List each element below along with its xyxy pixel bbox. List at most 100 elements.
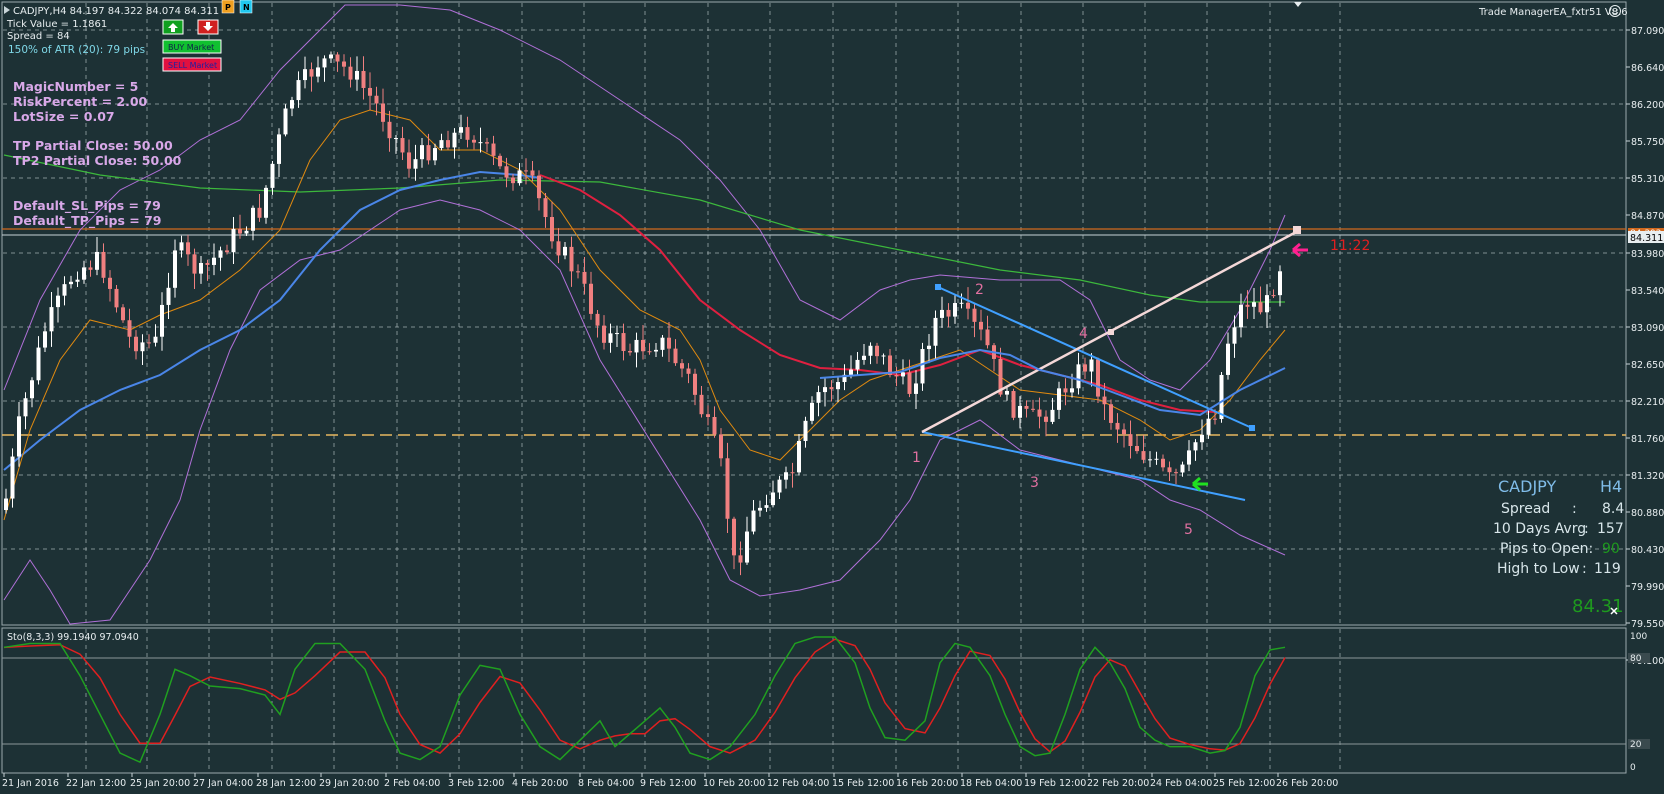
candle-body — [30, 380, 34, 399]
candle-body — [654, 349, 658, 352]
candle-body — [1050, 409, 1055, 422]
candle-body — [420, 145, 424, 160]
n-button-label: N — [243, 3, 250, 12]
candle-body — [550, 217, 554, 242]
magic-number: MagicNumber = 5 — [13, 79, 138, 94]
candle-body — [686, 368, 691, 374]
candle-body — [706, 414, 710, 418]
candle-body — [667, 337, 671, 349]
chart-window[interactable]: 1 2 3 4 5 11:22 CADJPY,H4 84.197 84.322 … — [0, 0, 1664, 794]
candle-body — [439, 140, 444, 149]
candle-body — [758, 507, 762, 511]
candle-body — [1239, 304, 1243, 328]
candle-body — [803, 420, 808, 441]
candle-body — [1154, 458, 1159, 460]
candle-body — [1226, 343, 1230, 375]
candle-body — [1187, 450, 1191, 465]
candle-body — [1005, 390, 1009, 395]
candle-body — [901, 372, 905, 377]
candle-body — [296, 80, 301, 101]
trendline-handle[interactable] — [1249, 425, 1255, 431]
candle-body — [199, 262, 203, 274]
candle-body — [537, 175, 541, 199]
panel-avg-label: 10 Days Avrg — [1493, 521, 1586, 537]
buy-arrow-button[interactable] — [162, 19, 184, 35]
candle-body — [933, 317, 938, 346]
panel-spread-label: Spread — [1501, 501, 1550, 517]
time-axis-label: 21 Jan 2016 — [2, 778, 59, 789]
p-button[interactable]: P — [221, 0, 235, 14]
candle-body — [816, 392, 821, 403]
candle-body — [634, 339, 639, 353]
candle-body — [212, 257, 216, 265]
candle-body — [342, 61, 346, 67]
price-axis-label: 82.210 — [1631, 397, 1664, 408]
candle-body — [738, 555, 743, 563]
candle-body — [381, 103, 385, 122]
sell-market-button[interactable]: SELL Market — [162, 57, 222, 72]
stoch-axis-20: 20 — [1630, 740, 1642, 750]
price-axis-label: 79.990 — [1631, 582, 1664, 593]
candle-body — [1161, 458, 1165, 468]
buy-market-button[interactable]: BUY Market — [162, 39, 222, 54]
candle-body — [465, 127, 470, 140]
candle-body — [355, 70, 359, 80]
candle-body — [4, 498, 8, 510]
sell-arrow-button[interactable] — [197, 19, 219, 35]
candle-body — [10, 456, 15, 499]
candle-body — [836, 382, 840, 390]
price-axis-label: 81.320 — [1631, 471, 1664, 482]
candle-body — [608, 333, 613, 343]
candle-body — [563, 246, 567, 256]
candle-body — [1128, 434, 1133, 447]
tp2-partial: TP2 Partial Close: 50.00 — [13, 153, 182, 168]
candle-body — [1219, 374, 1224, 420]
candle-body — [1070, 388, 1074, 393]
trendline-handle[interactable] — [935, 284, 941, 290]
candle-body — [1083, 364, 1087, 372]
candle-body — [719, 434, 723, 459]
time-axis-label: 3 Feb 12:00 — [448, 778, 504, 789]
trendline-handle[interactable] — [1108, 329, 1114, 335]
candle-body — [641, 339, 645, 352]
candle-body — [446, 140, 450, 148]
time-axis-label: 19 Feb 12:00 — [1024, 778, 1086, 789]
candle-body — [1024, 405, 1029, 409]
panel-avg-value: 157 — [1597, 521, 1624, 537]
panel-symbol: CADJPY — [1498, 477, 1556, 496]
trendline-handle[interactable] — [1293, 226, 1301, 234]
panel-hl-sep: : — [1582, 561, 1587, 577]
default-tp: Default_TP_Pips = 79 — [13, 213, 161, 229]
candle-body — [186, 242, 190, 255]
candle-body — [985, 329, 990, 346]
candle-body — [1102, 396, 1107, 405]
time-axis-label: 25 Feb 12:00 — [1213, 778, 1275, 789]
sell-market-label: SELL Market — [168, 61, 217, 70]
candle-body — [205, 262, 210, 265]
panel-pips-label: Pips to Open: — [1500, 541, 1593, 557]
candle-body — [459, 127, 463, 133]
current-price-label: 84.311 — [1630, 233, 1663, 244]
panel-spread-value: 8.4 — [1602, 501, 1624, 517]
candle-body — [712, 417, 717, 435]
time-axis-label: 18 Feb 04:00 — [960, 778, 1022, 789]
candle-body — [374, 95, 379, 104]
candle-body — [751, 510, 756, 532]
candle-body — [894, 374, 899, 377]
candle-body — [56, 295, 60, 308]
candle-body — [1057, 388, 1061, 410]
n-button[interactable]: N — [239, 0, 253, 14]
candle-body — [394, 138, 398, 140]
candle-body — [1180, 464, 1185, 473]
candle-body — [530, 170, 535, 176]
candle-body — [979, 321, 983, 330]
wave-label-2: 2 — [975, 282, 984, 298]
candle-body — [790, 472, 795, 474]
candle-body — [348, 66, 353, 80]
panel-hl-label: High to Low — [1497, 561, 1580, 577]
candle-body — [166, 287, 171, 305]
candle-body — [959, 302, 964, 304]
candle-body — [95, 251, 99, 270]
spread-text: Spread = 84 — [7, 31, 70, 42]
candle-body — [472, 139, 476, 143]
